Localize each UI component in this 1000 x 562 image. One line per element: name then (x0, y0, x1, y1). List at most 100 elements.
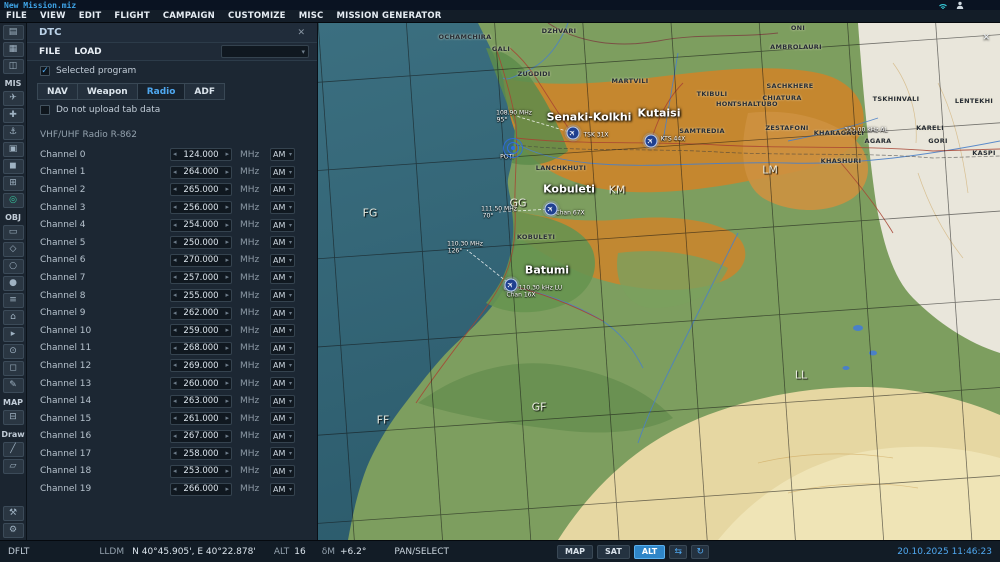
refresh-icon[interactable]: ↻ (691, 544, 710, 559)
selected-program-checkbox[interactable]: ✓ Selected program (27, 61, 317, 79)
map-close-icon[interactable]: ✕ (982, 33, 990, 43)
channel-19-frequency-input[interactable]: ◂ 266.000 ▸ (170, 482, 232, 496)
zone-icon[interactable]: ◇ (2, 242, 24, 257)
map-options-icon[interactable]: ⊟ (2, 410, 24, 425)
aircraft-icon[interactable]: ✈ (2, 91, 24, 106)
channel-0-frequency-input[interactable]: ◂ 124.000 ▸ (170, 148, 232, 162)
spinner-left-icon[interactable]: ◂ (173, 327, 177, 334)
target-icon[interactable]: ⊙ (2, 344, 24, 359)
kobuleti-airport-icon[interactable]: ✈ (544, 202, 558, 216)
channel-16-frequency-input[interactable]: ◂ 267.000 ▸ (170, 429, 232, 443)
channel-5-modulation-select[interactable]: AM ▾ (270, 236, 295, 250)
draw-shape-icon[interactable]: ▱ (2, 459, 24, 474)
channel-11-modulation-select[interactable]: AM ▾ (270, 341, 295, 355)
channel-2-frequency-input[interactable]: ◂ 265.000 ▸ (170, 183, 232, 197)
senaki-airport-icon[interactable]: ✈ (566, 126, 580, 140)
dtc-load-select[interactable]: ▾ (221, 45, 309, 58)
spinner-right-icon[interactable]: ▸ (225, 415, 229, 422)
spinner-left-icon[interactable]: ◂ (173, 432, 177, 440)
spinner-left-icon[interactable]: ◂ (173, 467, 177, 475)
channel-6-modulation-select[interactable]: AM ▾ (270, 253, 295, 267)
channel-14-modulation-select[interactable]: AM ▾ (270, 394, 295, 408)
list-icon[interactable]: ≡ (2, 293, 24, 308)
spinner-left-icon[interactable]: ◂ (173, 256, 177, 264)
settings-icon[interactable]: ⚙ (2, 523, 24, 538)
menu-mission-generator[interactable]: MISSION GENERATOR (336, 11, 441, 21)
point-icon[interactable]: ● (2, 276, 24, 291)
spinner-left-icon[interactable]: ◂ (173, 380, 177, 387)
spinner-right-icon[interactable]: ▸ (225, 485, 229, 493)
layer-button-map[interactable]: MAP (557, 544, 594, 559)
dtc-tab-radio[interactable]: Radio (137, 83, 186, 100)
layers-icon[interactable]: ▦ (2, 42, 24, 57)
channel-4-modulation-select[interactable]: AM ▾ (270, 218, 295, 232)
spinner-left-icon[interactable]: ◂ (173, 186, 177, 193)
file-tools-icon[interactable]: ▤ (2, 25, 24, 40)
spinner-right-icon[interactable]: ▸ (225, 168, 229, 176)
layer-button-alt[interactable]: ALT (633, 544, 666, 559)
channel-12-modulation-select[interactable]: AM ▾ (270, 359, 295, 373)
spinner-right-icon[interactable]: ▸ (225, 274, 229, 281)
dtc-load-menu[interactable]: LOAD (74, 47, 101, 57)
helicopter-icon[interactable]: ✚ (2, 108, 24, 123)
dtc-close-icon[interactable]: ✕ (297, 28, 305, 38)
spinner-left-icon[interactable]: ◂ (173, 415, 177, 422)
dtc-tab-nav[interactable]: NAV (37, 83, 78, 100)
channel-9-frequency-input[interactable]: ◂ 262.000 ▸ (170, 306, 232, 320)
box-tool-icon[interactable]: ◻ (2, 361, 24, 376)
dtc-tab-adf[interactable]: ADF (185, 83, 225, 100)
spinner-right-icon[interactable]: ▸ (225, 467, 229, 475)
channel-18-modulation-select[interactable]: AM ▾ (270, 464, 295, 478)
channel-8-frequency-input[interactable]: ◂ 255.000 ▸ (170, 289, 232, 303)
channel-1-modulation-select[interactable]: AM ▾ (270, 165, 295, 179)
user-icon[interactable] (956, 1, 964, 9)
channel-14-frequency-input[interactable]: ◂ 263.000 ▸ (170, 394, 232, 408)
edit-icon[interactable]: ✎ (2, 378, 24, 393)
channel-16-modulation-select[interactable]: AM ▾ (270, 429, 295, 443)
spinner-left-icon[interactable]: ◂ (173, 221, 177, 229)
spinner-left-icon[interactable]: ◂ (173, 168, 177, 176)
spinner-left-icon[interactable]: ◂ (173, 397, 177, 405)
ship-icon[interactable]: ⚓ (2, 125, 24, 140)
channel-1-frequency-input[interactable]: ◂ 264.000 ▸ (170, 165, 232, 179)
menu-view[interactable]: VIEW (40, 11, 66, 21)
template-icon[interactable]: ⊞ (2, 176, 24, 191)
channel-5-frequency-input[interactable]: ◂ 250.000 ▸ (170, 236, 232, 250)
trigger-zone-icon[interactable]: ◎ (2, 193, 24, 208)
channel-15-modulation-select[interactable]: AM ▾ (270, 412, 295, 426)
channel-17-modulation-select[interactable]: AM ▾ (270, 447, 295, 461)
channel-13-modulation-select[interactable]: AM ▾ (270, 377, 295, 391)
spinner-left-icon[interactable]: ◂ (173, 450, 177, 457)
network-icon[interactable] (938, 1, 948, 9)
channel-15-frequency-input[interactable]: ◂ 261.000 ▸ (170, 412, 232, 426)
spinner-right-icon[interactable]: ▸ (225, 450, 229, 457)
circle-tool-icon[interactable]: ○ (2, 259, 24, 274)
channel-9-modulation-select[interactable]: AM ▾ (270, 306, 295, 320)
map-viewport[interactable]: OCHAMCHIRA GALI DZHVARI ZUGDIDI MARTVILI ONI A… (318, 23, 1000, 540)
kutaisi-airport-icon[interactable]: ✈ (644, 134, 658, 148)
spinner-right-icon[interactable]: ▸ (225, 344, 229, 352)
poti-beacon-icon[interactable] (503, 138, 523, 158)
draw-line-icon[interactable]: ╱ (2, 442, 24, 457)
channel-11-frequency-input[interactable]: ◂ 268.000 ▸ (170, 341, 232, 355)
menu-campaign[interactable]: CAMPAIGN (163, 11, 215, 21)
spinner-left-icon[interactable]: ◂ (173, 239, 177, 246)
dtc-tab-weapon[interactable]: Weapon (77, 83, 138, 100)
channel-10-modulation-select[interactable]: AM ▾ (270, 324, 295, 338)
spinner-right-icon[interactable]: ▸ (225, 362, 229, 369)
spinner-right-icon[interactable]: ▸ (225, 380, 229, 387)
spinner-right-icon[interactable]: ▸ (225, 239, 229, 246)
tools-icon[interactable]: ⚒ (2, 506, 24, 521)
spinner-right-icon[interactable]: ▸ (225, 221, 229, 229)
channel-3-frequency-input[interactable]: ◂ 256.000 ▸ (170, 201, 232, 215)
batumi-airport-icon[interactable]: ✈ (504, 278, 518, 292)
spinner-right-icon[interactable]: ▸ (225, 309, 229, 317)
menu-misc[interactable]: MISC (299, 11, 324, 21)
layer-button-sat[interactable]: SAT (597, 544, 630, 559)
channel-17-frequency-input[interactable]: ◂ 258.000 ▸ (170, 447, 232, 461)
channel-19-modulation-select[interactable]: AM ▾ (270, 482, 295, 496)
spinner-left-icon[interactable]: ◂ (173, 292, 177, 299)
menu-file[interactable]: FILE (6, 11, 27, 21)
channel-7-frequency-input[interactable]: ◂ 257.000 ▸ (170, 271, 232, 285)
building-icon[interactable]: ⌂ (2, 310, 24, 325)
